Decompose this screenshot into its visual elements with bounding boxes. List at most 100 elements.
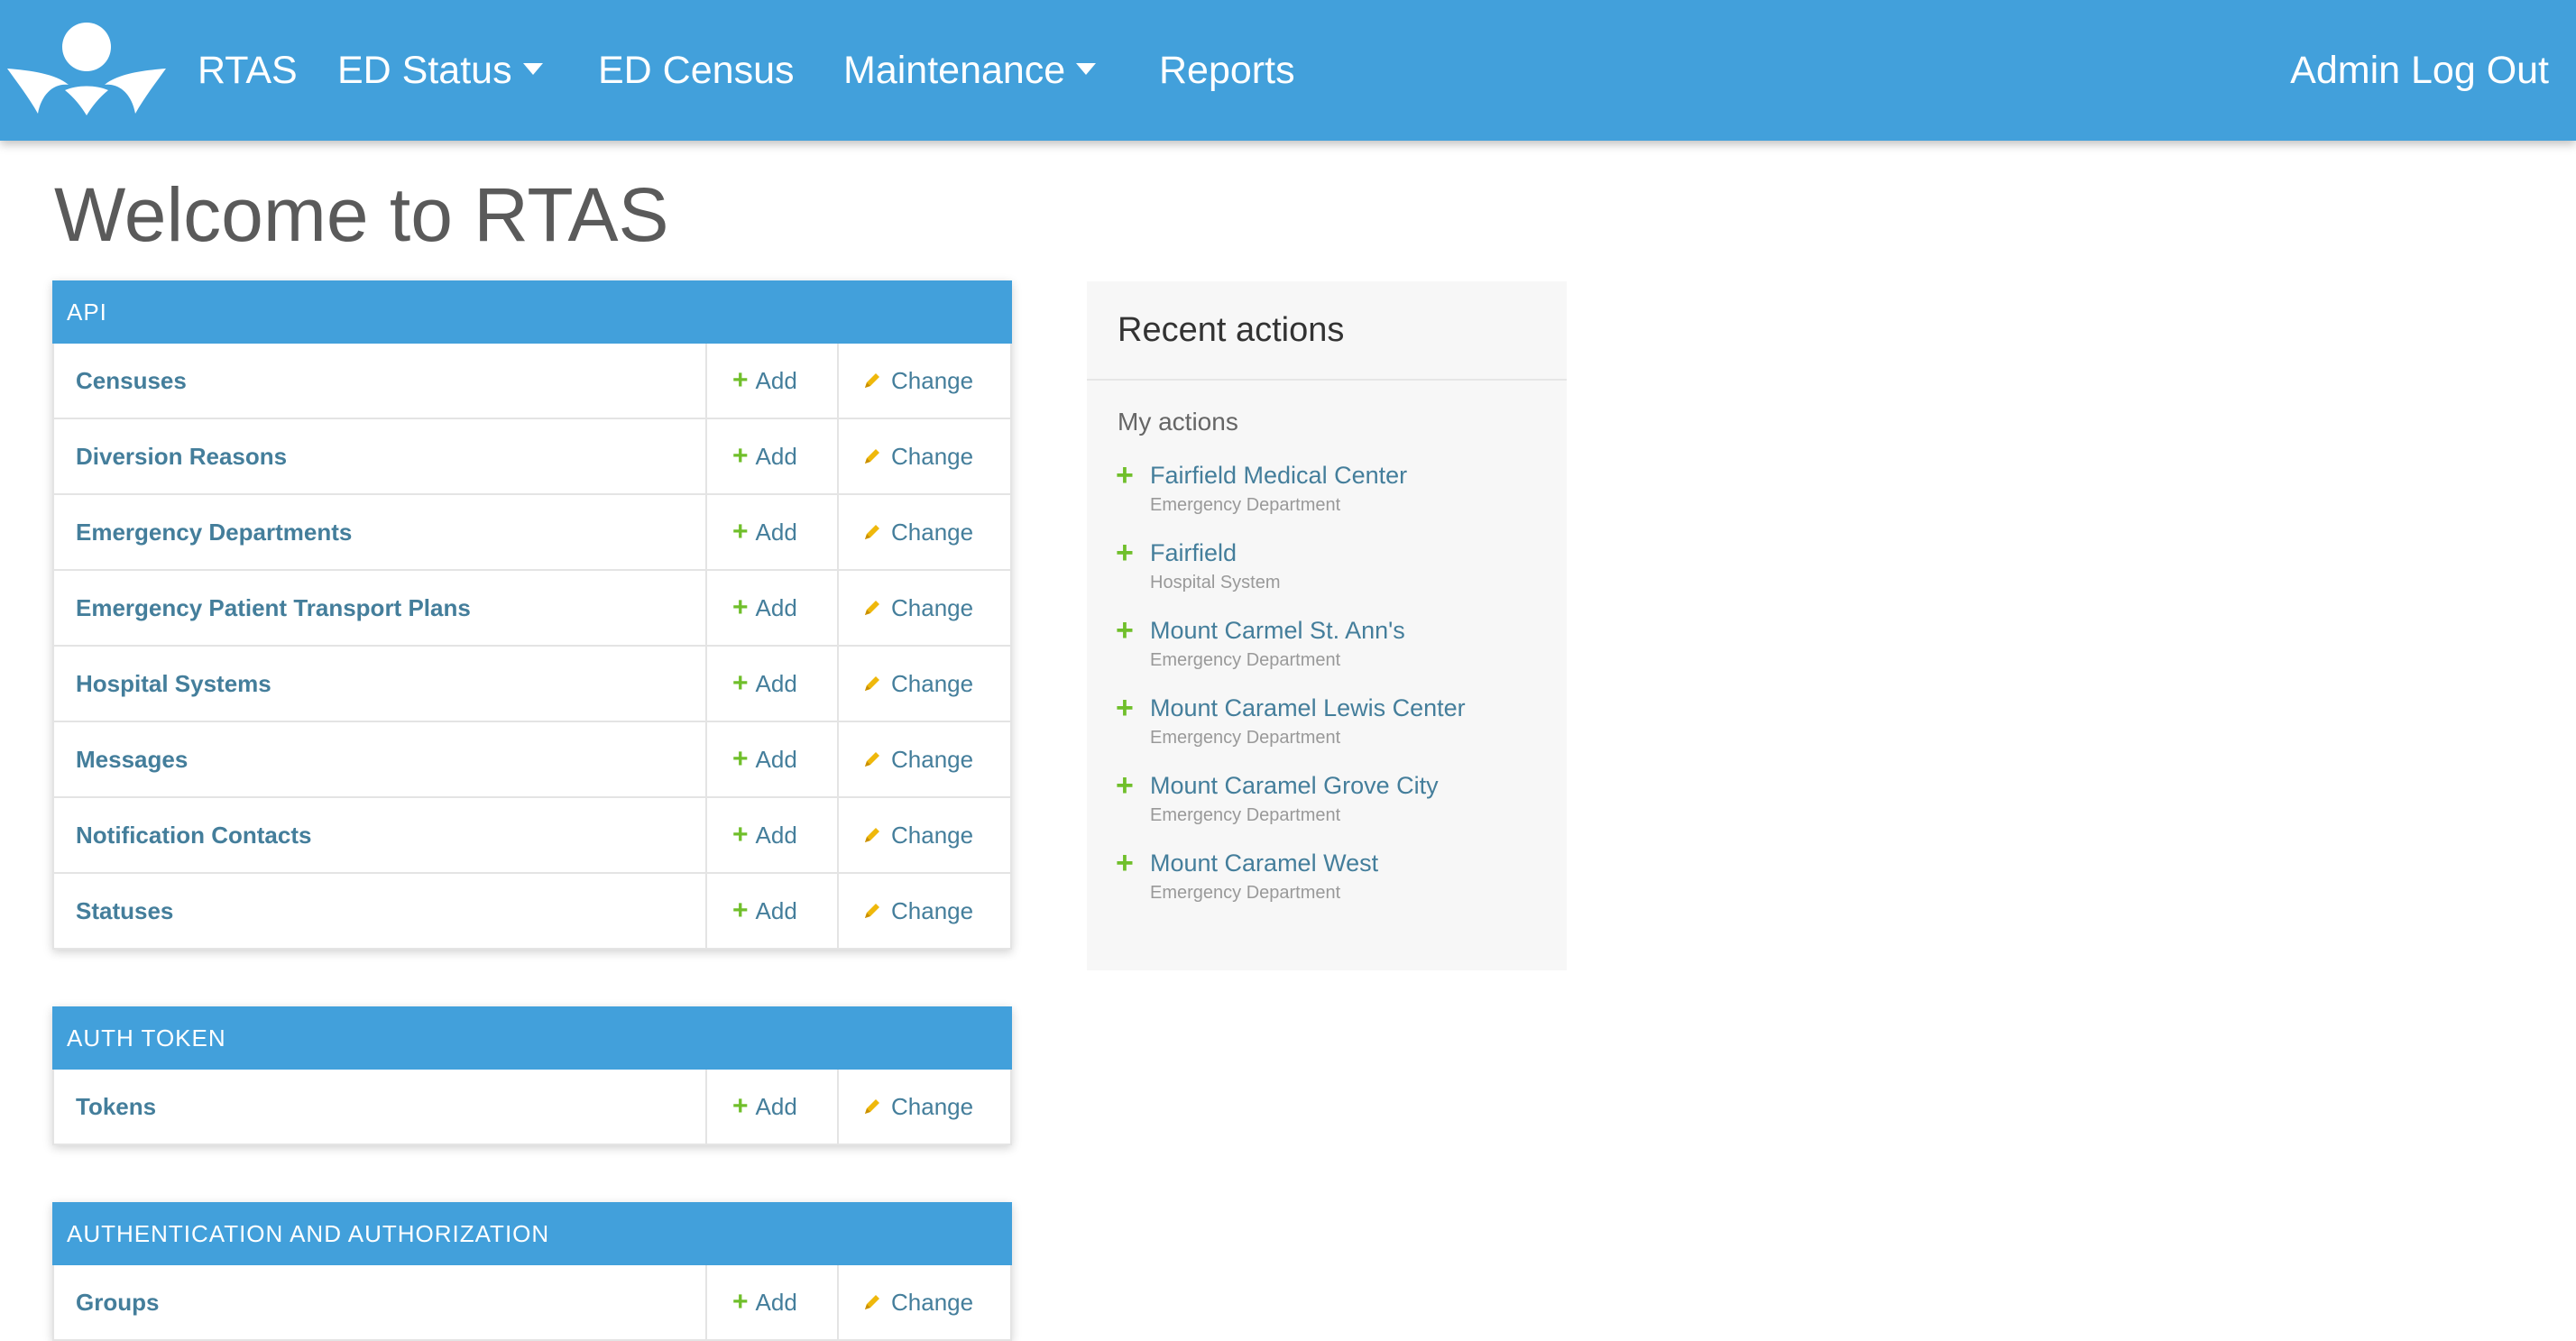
plus-icon: + <box>732 1091 749 1121</box>
change-link[interactable]: Change <box>837 874 1010 948</box>
add-label: Add <box>755 443 797 470</box>
pencil-icon <box>865 752 879 767</box>
logo-icon[interactable] <box>5 22 168 119</box>
nav-ed-status-dropdown[interactable]: ED Status <box>337 0 543 141</box>
table-row: Emergency Patient Transport Plans + Add C… <box>52 571 1012 647</box>
model-link[interactable]: Messages <box>54 722 705 796</box>
my-actions-heading: My actions <box>1118 408 1238 436</box>
recent-action-type: Emergency Department <box>1150 883 1341 903</box>
recent-action-type: Emergency Department <box>1150 650 1341 670</box>
plus-icon: + <box>732 441 749 471</box>
recent-action-link[interactable]: Fairfield Medical Center <box>1150 462 1567 490</box>
change-link[interactable]: Change <box>837 722 1010 796</box>
nav-maintenance-dropdown[interactable]: Maintenance <box>843 0 1097 141</box>
table-row: Groups + Add Change <box>52 1265 1012 1341</box>
model-link[interactable]: Diversion Reasons <box>54 419 705 493</box>
plus-icon: + <box>732 668 749 698</box>
add-link[interactable]: + Add <box>705 344 837 418</box>
nav-reports[interactable]: Reports <box>1159 0 1295 141</box>
model-link[interactable]: Emergency Patient Transport Plans <box>54 571 705 645</box>
change-link[interactable]: Change <box>837 1265 1010 1339</box>
module-header[interactable]: AUTHENTICATION AND AUTHORIZATION <box>52 1202 1012 1265</box>
change-link[interactable]: Change <box>837 419 1010 493</box>
add-link[interactable]: + Add <box>705 874 837 948</box>
plus-icon: + <box>1116 536 1134 570</box>
model-link[interactable]: Statuses <box>54 874 705 948</box>
add-link[interactable]: + Add <box>705 495 837 569</box>
recent-action-link[interactable]: Mount Carmel St. Ann's <box>1150 617 1567 645</box>
add-link[interactable]: + Add <box>705 419 837 493</box>
recent-action-item: + Mount Caramel West Emergency Departmen… <box>1087 846 1567 903</box>
recent-action-link[interactable]: Fairfield <box>1150 539 1567 567</box>
add-link[interactable]: + Add <box>705 798 837 872</box>
pencil-icon <box>865 525 879 539</box>
pencil-icon <box>865 1099 879 1114</box>
caret-down-icon <box>522 63 543 76</box>
change-label: Change <box>891 1289 974 1316</box>
change-label: Change <box>891 746 974 773</box>
change-link[interactable]: Change <box>837 495 1010 569</box>
plus-icon: + <box>732 517 749 547</box>
top-navbar: RTAS ED Status ED Census Maintenance Rep… <box>0 0 2576 141</box>
add-label: Add <box>755 519 797 546</box>
add-label: Add <box>755 746 797 773</box>
add-link[interactable]: + Add <box>705 722 837 796</box>
recent-action-link[interactable]: Mount Caramel West <box>1150 850 1567 877</box>
admin-logout-link[interactable]: Admin Log Out <box>2290 0 2549 141</box>
model-link[interactable]: Hospital Systems <box>54 647 705 721</box>
pencil-icon <box>865 904 879 918</box>
change-label: Change <box>891 1093 974 1120</box>
recent-action-item: + Fairfield Medical Center Emergency Dep… <box>1087 458 1567 515</box>
add-label: Add <box>755 670 797 697</box>
plus-icon: + <box>732 365 749 395</box>
change-link[interactable]: Change <box>837 1070 1010 1144</box>
plus-icon: + <box>732 896 749 925</box>
table-row: Messages + Add Change <box>52 722 1012 798</box>
recent-action-type: Emergency Department <box>1150 805 1341 825</box>
plus-icon: + <box>732 820 749 850</box>
table-row: Emergency Departments + Add Change <box>52 495 1012 571</box>
add-link[interactable]: + Add <box>705 571 837 645</box>
page-title: Welcome to RTAS <box>54 172 669 257</box>
recent-action-type: Emergency Department <box>1150 728 1341 748</box>
recent-action-item: + Fairfield Hospital System <box>1087 536 1567 592</box>
recent-actions-title: Recent actions <box>1087 281 1567 381</box>
change-link[interactable]: Change <box>837 647 1010 721</box>
nav-maintenance-label: Maintenance <box>843 49 1066 92</box>
plus-icon: + <box>732 744 749 774</box>
recent-action-link[interactable]: Mount Caramel Grove City <box>1150 772 1567 800</box>
pencil-icon <box>865 449 879 464</box>
change-label: Change <box>891 670 974 697</box>
model-link[interactable]: Emergency Departments <box>54 495 705 569</box>
pencil-icon <box>865 828 879 842</box>
module-header[interactable]: API <box>52 280 1012 344</box>
add-link[interactable]: + Add <box>705 647 837 721</box>
change-label: Change <box>891 822 974 849</box>
recent-action-link[interactable]: Mount Caramel Lewis Center <box>1150 694 1567 722</box>
nav-brand-rtas[interactable]: RTAS <box>198 0 298 141</box>
model-link[interactable]: Notification Contacts <box>54 798 705 872</box>
change-link[interactable]: Change <box>837 571 1010 645</box>
plus-icon: + <box>1116 768 1134 803</box>
module-auth-token: AUTH TOKEN Tokens + Add Change <box>52 1006 1012 1145</box>
plus-icon: + <box>1116 846 1134 880</box>
change-link[interactable]: Change <box>837 344 1010 418</box>
module-header[interactable]: AUTH TOKEN <box>52 1006 1012 1070</box>
recent-action-type: Hospital System <box>1150 573 1281 592</box>
model-link[interactable]: Tokens <box>54 1070 705 1144</box>
recent-action-item: + Mount Caramel Lewis Center Emergency D… <box>1087 691 1567 748</box>
change-label: Change <box>891 443 974 470</box>
model-link[interactable]: Censuses <box>54 344 705 418</box>
nav-ed-census[interactable]: ED Census <box>598 0 794 141</box>
add-link[interactable]: + Add <box>705 1265 837 1339</box>
plus-icon: + <box>1116 613 1134 648</box>
model-link[interactable]: Groups <box>54 1265 705 1339</box>
nav-ed-status-label: ED Status <box>337 49 512 92</box>
change-link[interactable]: Change <box>837 798 1010 872</box>
caret-down-icon <box>1076 63 1097 76</box>
module-authentication-and-authorization: AUTHENTICATION AND AUTHORIZATION Groups … <box>52 1202 1012 1341</box>
table-row: Hospital Systems + Add Change <box>52 647 1012 722</box>
pencil-icon <box>865 373 879 388</box>
add-link[interactable]: + Add <box>705 1070 837 1144</box>
plus-icon: + <box>732 1287 749 1317</box>
